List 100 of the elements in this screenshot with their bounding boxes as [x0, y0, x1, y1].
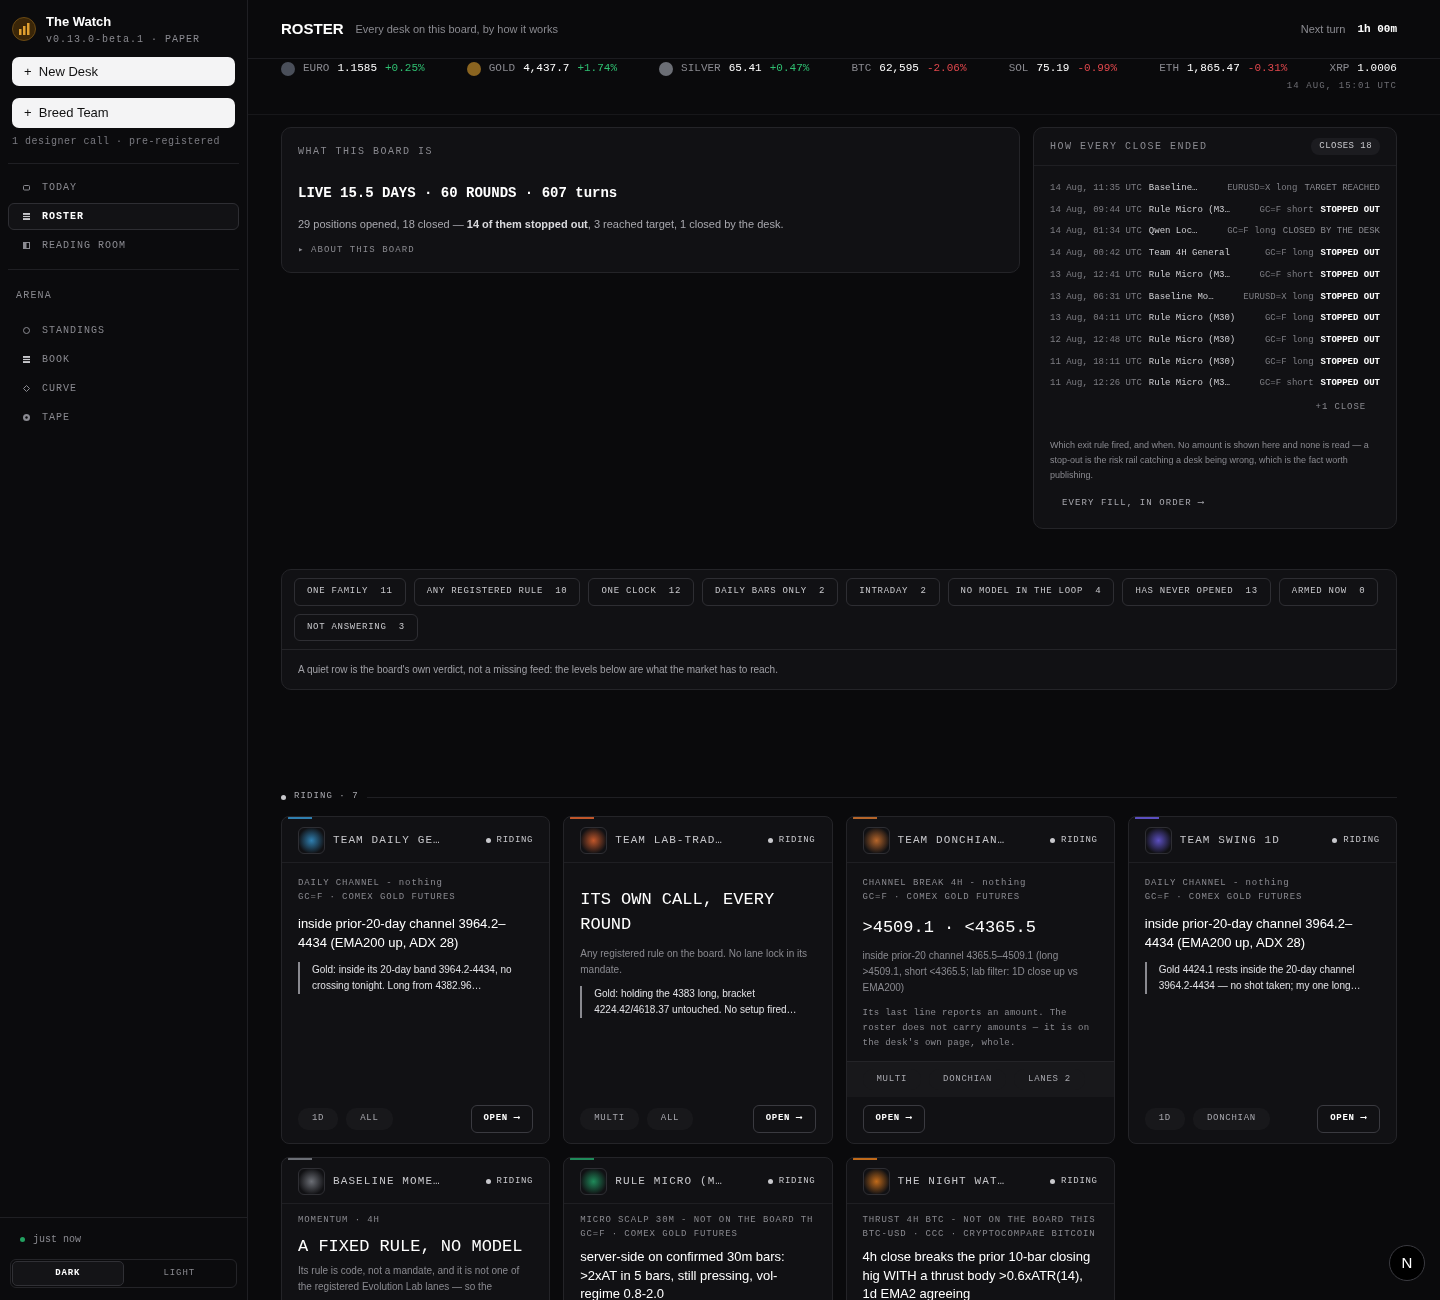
ticker-label: XRP	[1329, 61, 1350, 77]
ticker-label: EURO	[303, 61, 330, 77]
more-closes-link[interactable]: +1 CLOSE	[1034, 394, 1396, 415]
desk-note: Its last line reports an amount. The roster does not carry amounts — it is on the desk's own page, whole.	[862, 1007, 1091, 1050]
close-desk: Team 4H General	[1148, 247, 1231, 261]
about-toggle[interactable]: ▸ ABOUT THIS BOARD	[298, 244, 1003, 258]
close-desk: Rule Micro (M30)	[1148, 355, 1237, 369]
close-trade: GC=F long	[1227, 225, 1276, 239]
filter-chip[interactable]: ONE FAMILY 11	[294, 578, 406, 606]
avatar-icon	[580, 826, 608, 854]
close-time: 11 Aug, 12:26 UTC	[1050, 377, 1142, 391]
nav-item[interactable]: STANDINGS	[8, 316, 239, 344]
open-button[interactable]: OPEN ⟶	[752, 1105, 816, 1133]
desk-title: BASELINE MOME…	[333, 1174, 442, 1190]
close-desk: Baseline…	[1148, 182, 1199, 196]
every-fill-link[interactable]: EVERY FILL, IN ORDER ⟶	[1034, 482, 1396, 511]
close-outcome: STOPPED OUT	[1320, 247, 1380, 261]
nav-item[interactable]: READING ROOM	[8, 231, 239, 259]
status-dot	[20, 1236, 25, 1242]
filter-chip[interactable]: HAS NEVER OPENED 13	[1122, 578, 1271, 606]
desk-headline: A FIXED RULE, NO MODEL	[298, 1235, 524, 1258]
close-desk: Baseline Mo…	[1148, 290, 1215, 304]
panel-label: HOW EVERY CLOSE ENDED	[1050, 139, 1208, 154]
nav-item[interactable]: BOOK	[8, 345, 239, 373]
desk-meta: CHANNEL BREAK 4H - nothing	[862, 876, 1028, 890]
ticker-label: ETH	[1159, 61, 1179, 77]
close-outcome: STOPPED OUT	[1320, 333, 1380, 347]
status-badge: RIDING	[485, 833, 534, 848]
desk-meta: DAILY CHANNEL - nothing	[1144, 876, 1291, 890]
nav-item[interactable]: ROSTER	[8, 202, 239, 230]
ticker-price: 65.41	[728, 61, 762, 77]
diamond-icon	[23, 384, 30, 392]
ticker-label: SILVER	[681, 61, 721, 77]
closes-note: Which exit rule fired, and when. No amount is shown here and none is read — a stop-out is the risk rail catching a desk being wrong, which is the fact worth publishing.	[1049, 439, 1370, 483]
open-button[interactable]: OPEN ⟶	[862, 1105, 926, 1133]
page-subtitle: Every desk on this board, by how it works	[355, 21, 558, 37]
new-desk-button[interactable]: + New Desk	[12, 56, 235, 86]
avatar-icon	[580, 1167, 608, 1195]
close-desk: Qwen Loc…	[1148, 225, 1199, 239]
tag: 1D	[298, 1108, 339, 1130]
close-outcome: TARGET REACHED	[1304, 182, 1380, 196]
closes-count: CLOSES 18	[1311, 137, 1380, 155]
open-button[interactable]: OPEN ⟶	[470, 1105, 534, 1133]
filter-chip[interactable]: ONE CLOCK 12	[588, 578, 695, 606]
board-summary: 29 positions opened, 18 closed — 14 of them stopped out, 3 reached target, 1 closed by the desk.	[298, 216, 785, 232]
avatar-icon	[862, 1167, 890, 1195]
disc-icon	[23, 413, 30, 421]
avatar-icon	[298, 1167, 325, 1195]
ticker-change: +0.47%	[769, 61, 810, 77]
panel-label: WHAT THIS BOARD IS	[298, 144, 435, 159]
tag: 1D	[1144, 1108, 1185, 1130]
status-badge: RIDING	[767, 1174, 816, 1189]
ticker-price: 4,437.7	[523, 61, 570, 77]
assistant-button[interactable]: N	[1389, 1245, 1425, 1281]
desk-description: inside prior-20 channel 4365.5–4509.1 (long >4509.1, short <4365.5; lab filter: 1D close up vs EMA200)	[862, 949, 1079, 996]
ticker-change: -0.99%	[1077, 61, 1118, 77]
nav-item[interactable]: TAPE	[8, 403, 239, 431]
close-trade: GC=F long	[1264, 355, 1314, 369]
ticker-price: 1.0006	[1357, 61, 1397, 77]
desk-meta: GC=F · COMEX GOLD FUTURES	[298, 890, 457, 904]
ticker-label: SOL	[1008, 61, 1029, 77]
list-icon	[23, 355, 30, 363]
status-badge: RIDING	[1050, 833, 1098, 848]
bar-chart-logo-icon	[12, 17, 36, 42]
close-trade: EURUSD=X long	[1243, 290, 1314, 304]
coin-icon	[281, 61, 295, 76]
close-trade: GC=F short	[1259, 268, 1314, 282]
close-trade: GC=F long	[1264, 247, 1314, 261]
breed-team-button[interactable]: + Breed Team	[12, 98, 235, 128]
ticker-time: 14 AUG, 15:01 UTC	[1285, 80, 1397, 93]
theme-toggle[interactable]: DARK	[12, 1260, 124, 1286]
nav-item[interactable]: CURVE	[8, 374, 239, 402]
open-button[interactable]: OPEN ⟶	[1317, 1105, 1380, 1133]
filter-chip[interactable]: ANY REGISTERED RULE 10	[413, 578, 581, 606]
close-time: 13 Aug, 12:41 UTC	[1050, 268, 1142, 282]
app-name: The Watch	[46, 13, 113, 31]
desk-meta: GC=F · COMEX GOLD FUTURES	[1144, 890, 1304, 904]
desk-title: THE NIGHT WAT…	[897, 1174, 1007, 1190]
filter-chip[interactable]: ARMED NOW 0	[1278, 578, 1379, 606]
status-badge: RIDING	[1332, 833, 1380, 848]
close-time: 11 Aug, 18:11 UTC	[1050, 355, 1142, 369]
theme-toggle[interactable]: LIGHT	[123, 1260, 235, 1286]
close-trade: GC=F short	[1259, 203, 1314, 217]
nav-item[interactable]: TODAY	[8, 173, 239, 201]
filter-chip[interactable]: INTRADAY 2	[846, 578, 940, 606]
filter-chip[interactable]: NOT ANSWERING 3	[294, 613, 418, 642]
ticker-price: 1.1585	[337, 61, 377, 77]
status-badge: RIDING	[767, 833, 816, 848]
board-headline: LIVE 15.5 DAYS · 60 ROUNDS · 607 turns	[298, 183, 619, 203]
close-outcome: STOPPED OUT	[1320, 290, 1380, 304]
next-turn-label: Next turn	[1300, 21, 1346, 37]
filter-chip[interactable]: NO MODEL IN THE LOOP 4	[947, 578, 1115, 606]
desk-title: TEAM SWING 1D	[1179, 833, 1281, 849]
avatar-icon	[862, 826, 890, 854]
close-trade: GC=F long	[1264, 333, 1314, 347]
status-badge: RIDING	[485, 1174, 534, 1189]
close-outcome: STOPPED OUT	[1320, 312, 1380, 326]
half-square-icon	[23, 241, 30, 249]
ticker-change: -0.31%	[1247, 61, 1288, 77]
filter-chip[interactable]: DAILY BARS ONLY 2	[702, 578, 839, 606]
